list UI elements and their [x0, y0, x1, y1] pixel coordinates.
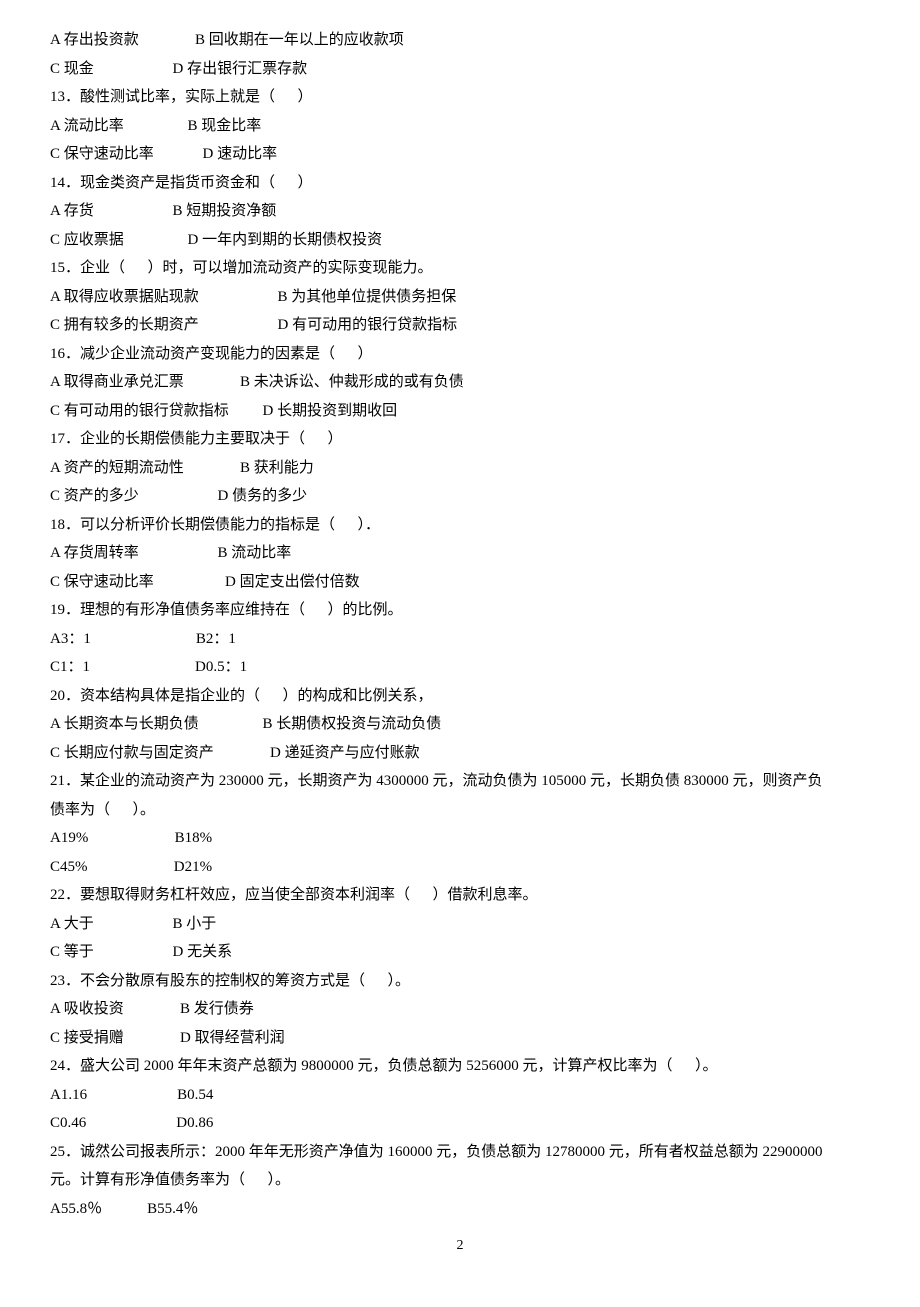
- text-line: C 有可动用的银行贷款指标 D 长期投资到期收回: [50, 397, 870, 426]
- text-line: A 吸收投资 B 发行债券: [50, 995, 870, 1024]
- text-line: C 应收票据 D 一年内到期的长期债权投资: [50, 226, 870, 255]
- text-line: 13．酸性测试比率，实际上就是（ ）: [50, 83, 870, 112]
- text-line: A1.16 B0.54: [50, 1081, 870, 1110]
- text-line: C 等于 D 无关系: [50, 938, 870, 967]
- text-line: A3：1 B2：1: [50, 625, 870, 654]
- text-line: 21．某企业的流动资产为 230000 元，长期资产为 4300000 元，流动…: [50, 767, 870, 796]
- text-line: C0.46 D0.86: [50, 1109, 870, 1138]
- text-line: C 接受捐赠 D 取得经营利润: [50, 1024, 870, 1053]
- text-line: 17．企业的长期偿债能力主要取决于（ ）: [50, 425, 870, 454]
- text-line: 元。计算有形净值债务率为（ ）。: [50, 1166, 870, 1195]
- text-line: A 流动比率 B 现金比率: [50, 112, 870, 141]
- text-line: 16．减少企业流动资产变现能力的因素是（ ）: [50, 340, 870, 369]
- page-number: 2: [50, 1233, 870, 1260]
- text-line: C 保守速动比率 D 速动比率: [50, 140, 870, 169]
- text-line: 18．可以分析评价长期偿债能力的指标是（ ）．: [50, 511, 870, 540]
- text-line: A 存出投资款 B 回收期在一年以上的应收款项: [50, 26, 870, 55]
- text-line: 25．诚然公司报表所示：2000 年年无形资产净值为 160000 元，负债总额…: [50, 1138, 870, 1167]
- text-line: 15．企业（ ）时，可以增加流动资产的实际变现能力。: [50, 254, 870, 283]
- text-line: C 长期应付款与固定资产 D 递延资产与应付账款: [50, 739, 870, 768]
- text-line: A 取得应收票据贴现款 B 为其他单位提供债务担保: [50, 283, 870, 312]
- text-line: A 大于 B 小于: [50, 910, 870, 939]
- text-line: 20．资本结构具体是指企业的（ ）的构成和比例关系，: [50, 682, 870, 711]
- text-line: C1：1 D0.5：1: [50, 653, 870, 682]
- text-line: 24．盛大公司 2000 年年末资产总额为 9800000 元，负债总额为 52…: [50, 1052, 870, 1081]
- text-line: 19．理想的有形净值债务率应维持在（ ）的比例。: [50, 596, 870, 625]
- text-line: A 存货 B 短期投资净额: [50, 197, 870, 226]
- text-line: 23．不会分散原有股东的控制权的筹资方式是（ ）。: [50, 967, 870, 996]
- text-line: 债率为（ ）。: [50, 796, 870, 825]
- text-line: C45% D21%: [50, 853, 870, 882]
- text-line: A19% B18%: [50, 824, 870, 853]
- text-line: C 拥有较多的长期资产 D 有可动用的银行贷款指标: [50, 311, 870, 340]
- text-line: C 现金 D 存出银行汇票存款: [50, 55, 870, 84]
- text-line: A 存货周转率 B 流动比率: [50, 539, 870, 568]
- text-line: 22．要想取得财务杠杆效应，应当使全部资本利润率（ ）借款利息率。: [50, 881, 870, 910]
- text-line: A 长期资本与长期负债 B 长期债权投资与流动负债: [50, 710, 870, 739]
- text-line: A 取得商业承兑汇票 B 未决诉讼、仲裁形成的或有负债: [50, 368, 870, 397]
- text-line: C 保守速动比率 D 固定支出偿付倍数: [50, 568, 870, 597]
- text-line: 14．现金类资产是指货币资金和（ ）: [50, 169, 870, 198]
- document-body: A 存出投资款 B 回收期在一年以上的应收款项C 现金 D 存出银行汇票存款13…: [50, 26, 870, 1223]
- text-line: A55.8％ B55.4％: [50, 1195, 870, 1224]
- text-line: C 资产的多少 D 债务的多少: [50, 482, 870, 511]
- text-line: A 资产的短期流动性 B 获利能力: [50, 454, 870, 483]
